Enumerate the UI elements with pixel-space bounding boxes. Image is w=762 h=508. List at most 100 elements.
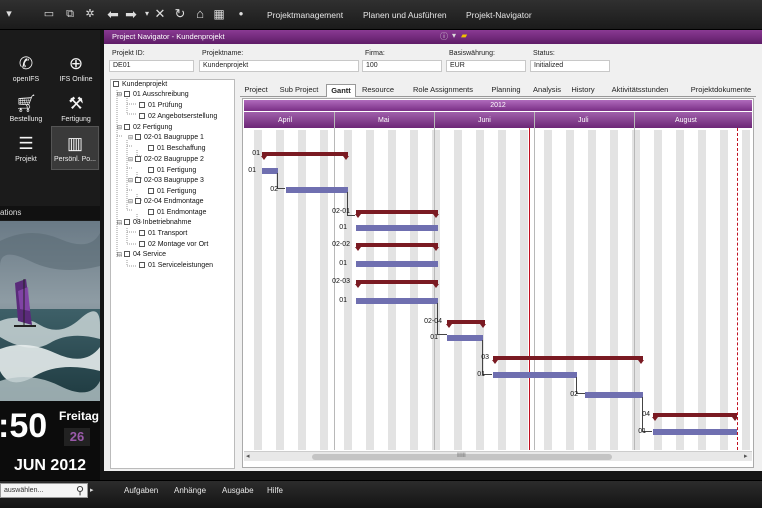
projektname-field[interactable]: Kundenprojekt — [199, 60, 359, 72]
nav-projekt-navigator[interactable]: Projekt-Navigator — [466, 10, 532, 20]
tree-node[interactable]: ⊟ 02 Fertigung — [117, 123, 172, 133]
hilfe-button[interactable]: Hilfe — [265, 486, 285, 495]
tree-node[interactable]: 02 Angebotserstellung — [139, 112, 217, 121]
sidebar-item-ifs-online[interactable]: ⊕ IFS Online — [52, 52, 100, 90]
tree-node[interactable]: 01 Fertigung — [148, 187, 196, 196]
collapse-icon[interactable]: ⊟ — [128, 177, 134, 186]
task-bar[interactable] — [262, 168, 278, 174]
tree-node[interactable]: ⊟ 04 Service — [117, 250, 166, 260]
collapse-icon[interactable]: ⊟ — [117, 251, 123, 260]
grid-icon[interactable]: ▦ — [212, 8, 226, 20]
tab-project[interactable]: Project — [240, 84, 272, 96]
summary-bar[interactable] — [355, 210, 439, 218]
anhaenge-button[interactable]: Anhänge — [172, 486, 208, 495]
sidebar-item-bestellung[interactable]: 🛒︎ Bestellung — [2, 92, 50, 130]
history-dropdown-icon[interactable]: ▾ — [140, 8, 154, 20]
task-bar[interactable] — [447, 335, 483, 341]
sidebar-item-projekt[interactable]: ☰ Projekt — [2, 132, 50, 170]
tree-root[interactable]: Kundenprojekt — [113, 80, 167, 89]
tree-node[interactable]: ⊟ 02-02 Baugruppe 2 — [128, 155, 204, 165]
bar-label: 02-01 — [332, 208, 350, 215]
tab-gantt[interactable]: Gantt — [326, 84, 356, 97]
task-bar[interactable] — [585, 392, 643, 398]
summary-bar[interactable] — [652, 413, 738, 421]
clock-time: :50 — [0, 407, 48, 445]
home-icon[interactable]: ⌂ — [193, 7, 207, 20]
aufgaben-button[interactable]: Aufgaben — [122, 486, 160, 495]
tab-resource[interactable]: Resource — [360, 84, 396, 96]
window-restore-icon[interactable]: ▭ — [42, 8, 56, 20]
tree-node[interactable]: 02 Montage vor Ort — [139, 240, 208, 249]
task-bar[interactable] — [356, 261, 438, 267]
tab-analysis[interactable]: Analysis — [530, 84, 564, 96]
sidebar-item-fertigung[interactable]: ⚒︎ Fertigung — [52, 92, 100, 130]
tree-node[interactable]: 01 Beschaffung — [148, 144, 206, 153]
tree-node[interactable]: 01 Fertigung — [148, 166, 196, 175]
folder-icon[interactable]: ▰ — [461, 31, 467, 40]
dropdown-icon[interactable]: ▾ — [452, 31, 456, 40]
task-bar[interactable] — [653, 429, 737, 435]
collapse-icon[interactable]: ⊟ — [117, 124, 123, 133]
tree-node[interactable]: ⊟ 03 Inbetriebnahme — [117, 218, 191, 228]
collapse-icon[interactable]: ⊟ — [117, 91, 123, 100]
status-field[interactable]: Initialized — [530, 60, 610, 72]
weekend-stripe — [498, 130, 506, 450]
collapse-icon[interactable]: ⊟ — [128, 134, 134, 143]
tab-projektdokumente[interactable]: Projektdokumente — [688, 84, 754, 96]
subproject-icon — [135, 156, 141, 162]
window-title: Project Navigator - Kundenprojekt — [104, 30, 762, 44]
scroll-thumb[interactable]: ⅡⅡⅡ — [312, 453, 612, 460]
copy-icon[interactable]: ⧉ — [63, 8, 77, 20]
gantt-year-header: 2012 — [244, 100, 752, 111]
info-icon[interactable]: ⓘ — [440, 31, 448, 42]
task-bar[interactable] — [286, 187, 348, 193]
tab-sub-project[interactable]: Sub Project — [276, 84, 322, 96]
summary-bar[interactable] — [261, 152, 349, 160]
tree-node[interactable]: 01 Serviceleistungen — [139, 261, 213, 270]
scroll-left-arrow-icon[interactable]: ◂ — [246, 452, 250, 460]
tree-node[interactable]: 01 Transport — [139, 229, 187, 238]
menu-arrow-icon[interactable]: ▾ — [2, 8, 16, 20]
sidebar-item-persoenl-portal[interactable]: ▥ Persönl. Po... — [51, 126, 99, 170]
search-go-arrow-icon[interactable]: ▸ — [90, 486, 94, 494]
tab-aktivitaetsstunden[interactable]: Aktivitätsstunden — [608, 84, 672, 96]
summary-bar[interactable] — [446, 320, 486, 328]
summary-bar[interactable] — [355, 243, 439, 251]
close-icon[interactable]: ✕ — [153, 7, 167, 20]
back-arrow-icon[interactable]: ⬅ — [106, 7, 120, 21]
collapse-icon[interactable]: ⊟ — [117, 219, 123, 228]
projekt-id-field[interactable]: DE01 — [109, 60, 194, 72]
ausgabe-button[interactable]: Ausgabe — [220, 486, 256, 495]
tab-planning[interactable]: Planning — [488, 84, 524, 96]
collapse-icon[interactable]: ⊟ — [128, 156, 134, 165]
summary-bar[interactable] — [355, 280, 439, 288]
tree-node[interactable]: ⊟ 02-01 Baugruppe 1 — [128, 133, 204, 143]
gear-icon[interactable]: ✲ — [83, 8, 97, 20]
task-bar[interactable] — [356, 225, 438, 231]
bar-label: 01 — [339, 297, 347, 304]
search-icon[interactable]: ⚲ — [76, 484, 84, 497]
collapse-icon[interactable]: ⊟ — [128, 198, 134, 207]
search-input[interactable]: auswählen... ⚲ — [0, 483, 88, 498]
gantt-horizontal-scrollbar[interactable]: ◂ ⅡⅡⅡ ▸ — [244, 451, 752, 461]
refresh-icon[interactable]: ↻ — [173, 7, 187, 20]
task-bar[interactable] — [493, 372, 577, 378]
tab-role-assignments[interactable]: Role Assignments — [410, 84, 476, 96]
sidebar-item-openifs[interactable]: ✆ openIFS — [2, 52, 50, 90]
tab-history[interactable]: History — [568, 84, 598, 96]
bar-label: 01 — [638, 428, 646, 435]
nav-projektmanagement[interactable]: Projektmanagement — [267, 10, 343, 20]
basiswaehrung-field[interactable]: EUR — [446, 60, 526, 72]
firma-field[interactable]: 100 — [362, 60, 442, 72]
tree-node[interactable]: ⊟ 02-03 Baugruppe 3 — [128, 176, 204, 186]
tree-node[interactable]: ⊟ 02-04 Endmontage — [128, 197, 204, 207]
summary-bar[interactable] — [492, 356, 644, 364]
task-bar[interactable] — [356, 298, 438, 304]
tree-node[interactable]: ⊟ 01 Ausschreibung — [117, 90, 189, 100]
scroll-right-arrow-icon[interactable]: ▸ — [744, 452, 748, 460]
basiswaehrung-label: Basiswährung: — [449, 50, 495, 57]
forward-arrow-icon[interactable]: ➡ — [124, 7, 138, 21]
nav-planen-ausfuehren[interactable]: Planen und Ausführen — [363, 10, 447, 20]
tree-node[interactable]: 01 Endmontage — [148, 208, 206, 217]
tree-node[interactable]: 01 Prüfung — [139, 101, 182, 110]
